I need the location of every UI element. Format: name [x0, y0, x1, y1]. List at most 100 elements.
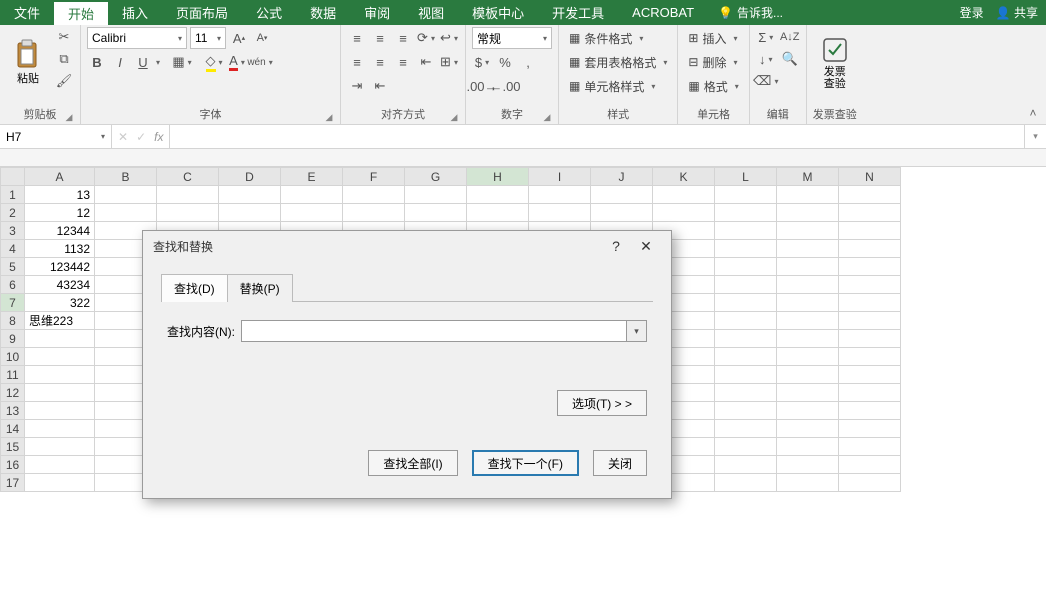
cell-A6[interactable]: 43234 [25, 276, 95, 294]
dialog-titlebar[interactable]: 查找和替换 ? ✕ [143, 231, 671, 261]
cell-E1[interactable] [281, 186, 343, 204]
bold-button[interactable]: B [87, 52, 107, 72]
cell-N2[interactable] [839, 204, 901, 222]
align-middle-button[interactable]: ≡ [370, 28, 390, 48]
row-header-15[interactable]: 15 [1, 438, 25, 456]
cell-D1[interactable] [219, 186, 281, 204]
fill-button[interactable]: ↓ [756, 49, 776, 69]
conditional-format-button[interactable]: ▦条件格式 [565, 27, 671, 49]
cell-A14[interactable] [25, 420, 95, 438]
col-header-C[interactable]: C [157, 168, 219, 186]
cell-A4[interactable]: 1132 [25, 240, 95, 258]
col-header-I[interactable]: I [529, 168, 591, 186]
cell-N14[interactable] [839, 420, 901, 438]
row-header-6[interactable]: 6 [1, 276, 25, 294]
cell-A12[interactable] [25, 384, 95, 402]
format-cells-button[interactable]: ▦格式 [684, 75, 742, 97]
enter-formula-button[interactable]: ✓ [136, 130, 146, 144]
font-name-combo[interactable]: Calibri▾ [87, 27, 187, 49]
cell-K1[interactable] [653, 186, 715, 204]
cell-N4[interactable] [839, 240, 901, 258]
clipboard-launcher[interactable]: ◢ [64, 112, 74, 122]
select-all-corner[interactable] [1, 168, 25, 186]
tab-acrobat[interactable]: ACROBAT [618, 0, 708, 25]
cell-K2[interactable] [653, 204, 715, 222]
align-top-button[interactable]: ≡ [347, 28, 367, 48]
cell-A5[interactable]: 123442 [25, 258, 95, 276]
cell-L6[interactable] [715, 276, 777, 294]
cell-H1[interactable] [467, 186, 529, 204]
cell-L10[interactable] [715, 348, 777, 366]
cell-J1[interactable] [591, 186, 653, 204]
delete-cells-button[interactable]: ⊟删除 [684, 51, 742, 73]
font-size-combo[interactable]: 11▾ [190, 27, 226, 49]
phonetic-button[interactable]: wén [250, 52, 270, 72]
cell-A15[interactable] [25, 438, 95, 456]
options-button[interactable]: 选项(T) > > [557, 390, 647, 416]
cell-A9[interactable] [25, 330, 95, 348]
tab-file[interactable]: 文件 [0, 0, 54, 25]
orientation-button[interactable]: ⟳ [416, 28, 436, 48]
row-header-7[interactable]: 7 [1, 294, 25, 312]
cell-N12[interactable] [839, 384, 901, 402]
cell-B2[interactable] [95, 204, 157, 222]
cell-N9[interactable] [839, 330, 901, 348]
col-header-G[interactable]: G [405, 168, 467, 186]
cell-N13[interactable] [839, 402, 901, 420]
tab-data[interactable]: 数据 [296, 0, 350, 25]
fill-color-button[interactable]: ◇ [204, 52, 224, 72]
dialog-close-button[interactable]: ✕ [631, 234, 661, 258]
cell-A7[interactable]: 322 [25, 294, 95, 312]
tab-view[interactable]: 视图 [404, 0, 458, 25]
formula-expand-button[interactable]: ▾ [1024, 125, 1046, 148]
cell-G1[interactable] [405, 186, 467, 204]
format-table-button[interactable]: ▦套用表格格式 [565, 51, 671, 73]
col-header-N[interactable]: N [839, 168, 901, 186]
copy-button[interactable]: ⧉ [54, 49, 74, 69]
format-painter-button[interactable]: 🖌 [54, 71, 74, 91]
cell-L12[interactable] [715, 384, 777, 402]
increase-indent-button[interactable]: ⇥ [347, 76, 367, 96]
find-select-button[interactable]: 🔍 [780, 49, 800, 69]
login-link[interactable]: 登录 [960, 4, 984, 21]
cell-M7[interactable] [777, 294, 839, 312]
clear-button[interactable]: ⌫ [756, 71, 776, 91]
tab-template[interactable]: 模板中心 [458, 0, 538, 25]
cell-L8[interactable] [715, 312, 777, 330]
row-header-9[interactable]: 9 [1, 330, 25, 348]
dialog-help-button[interactable]: ? [601, 234, 631, 258]
percent-button[interactable]: % [495, 52, 515, 72]
row-header-12[interactable]: 12 [1, 384, 25, 402]
cell-M13[interactable] [777, 402, 839, 420]
cell-C1[interactable] [157, 186, 219, 204]
cell-L7[interactable] [715, 294, 777, 312]
tab-dev[interactable]: 开发工具 [538, 0, 618, 25]
autosum-button[interactable]: Σ [756, 27, 776, 47]
cell-L15[interactable] [715, 438, 777, 456]
cell-A3[interactable]: 12344 [25, 222, 95, 240]
cell-N6[interactable] [839, 276, 901, 294]
cell-I2[interactable] [529, 204, 591, 222]
cell-N5[interactable] [839, 258, 901, 276]
cell-N8[interactable] [839, 312, 901, 330]
cell-L9[interactable] [715, 330, 777, 348]
col-header-H[interactable]: H [467, 168, 529, 186]
align-right-button[interactable]: ≡ [393, 52, 413, 72]
cell-D2[interactable] [219, 204, 281, 222]
tab-find[interactable]: 查找(D) [161, 274, 228, 302]
decrease-decimal-button[interactable]: ←.00 [495, 76, 515, 96]
cell-N16[interactable] [839, 456, 901, 474]
merge-button[interactable]: ⊞ [439, 52, 459, 72]
cell-L4[interactable] [715, 240, 777, 258]
cell-L17[interactable] [715, 474, 777, 492]
formula-input[interactable] [170, 125, 1024, 148]
number-launcher[interactable]: ◢ [542, 112, 552, 122]
cell-L2[interactable] [715, 204, 777, 222]
align-left-button[interactable]: ≡ [347, 52, 367, 72]
col-header-A[interactable]: A [25, 168, 95, 186]
cell-F1[interactable] [343, 186, 405, 204]
increase-font-button[interactable]: A▴ [229, 28, 249, 48]
row-header-10[interactable]: 10 [1, 348, 25, 366]
cell-A16[interactable] [25, 456, 95, 474]
row-header-17[interactable]: 17 [1, 474, 25, 492]
